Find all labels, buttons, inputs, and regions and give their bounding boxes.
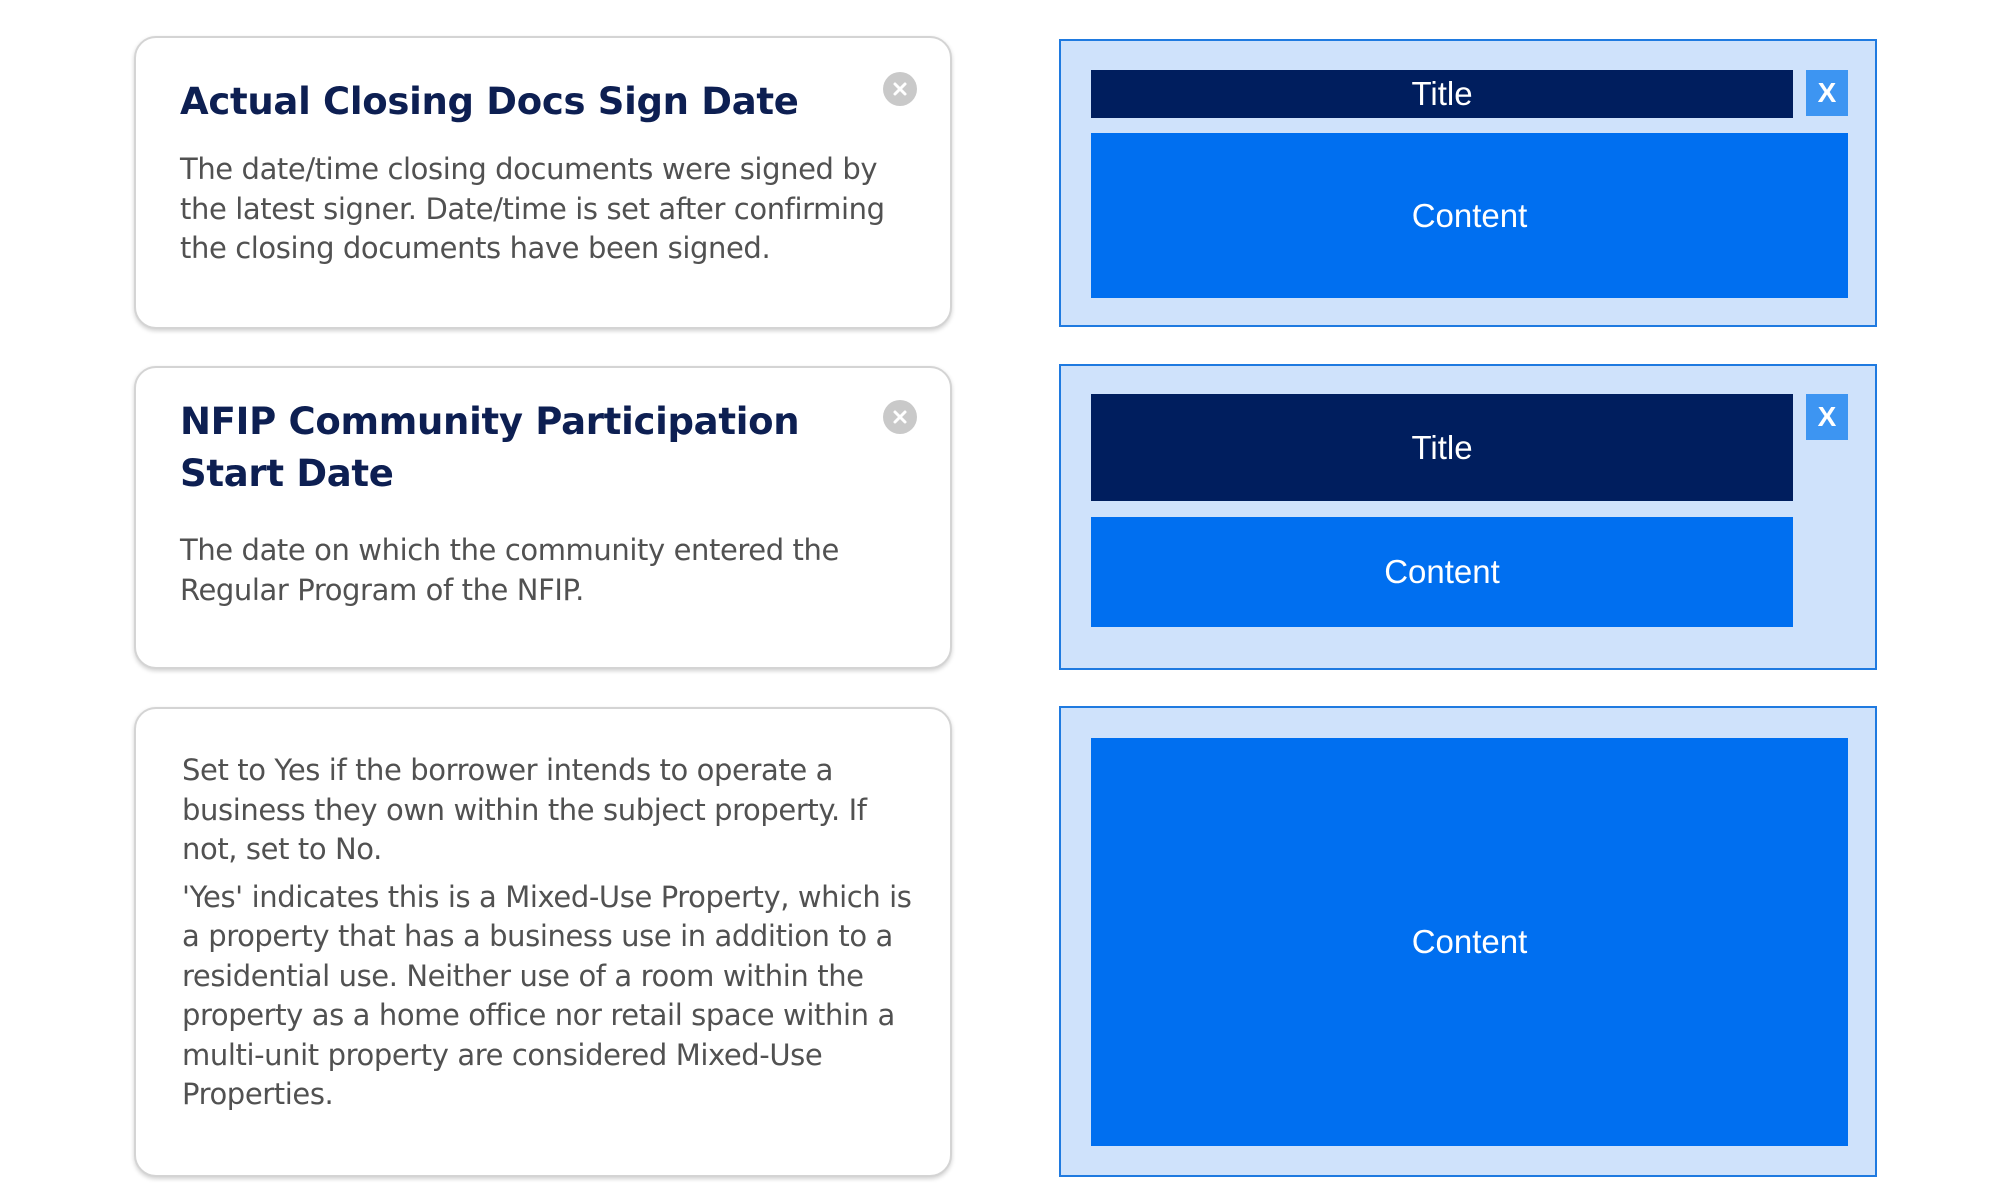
wireframe-wrapped-title: Title X Content [1059, 364, 1877, 670]
close-icon[interactable] [883, 400, 917, 434]
wireframe-title-block: Title [1091, 70, 1793, 118]
wireframe-title-block: Title [1091, 394, 1793, 501]
tooltip-title: Actual Closing Docs Sign Date [180, 80, 799, 123]
wireframe-close-button[interactable]: X [1806, 70, 1848, 116]
wireframe-close-button[interactable]: X [1806, 394, 1848, 440]
wireframe-content-block: Content [1091, 517, 1793, 627]
tooltip-card-mixed-use: Set to Yes if the borrower intends to op… [134, 707, 952, 1177]
tooltip-title: NFIP Community Participation Start Date [180, 400, 800, 495]
wireframe-content-block: Content [1091, 133, 1848, 298]
tooltip-body: The date on which the community entered … [180, 533, 839, 607]
tooltip-card-nfip: NFIP Community Participation Start Date … [134, 366, 952, 669]
tooltip-paragraph: Set to Yes if the borrower intends to op… [182, 753, 867, 866]
tooltip-body: Set to Yes if the borrower intends to op… [182, 751, 917, 1115]
wireframe-content-only: Content [1059, 706, 1877, 1177]
tooltip-paragraph: 'Yes' indicates this is a Mixed-Use Prop… [182, 879, 912, 1112]
tooltip-body: The date/time closing documents were sig… [180, 152, 885, 265]
tooltip-card-closing-docs: Actual Closing Docs Sign Date The date/t… [134, 36, 952, 329]
close-icon[interactable] [883, 72, 917, 106]
wireframe-title-content-close: Title X Content [1059, 39, 1877, 327]
wireframe-content-block: Content [1091, 738, 1848, 1146]
